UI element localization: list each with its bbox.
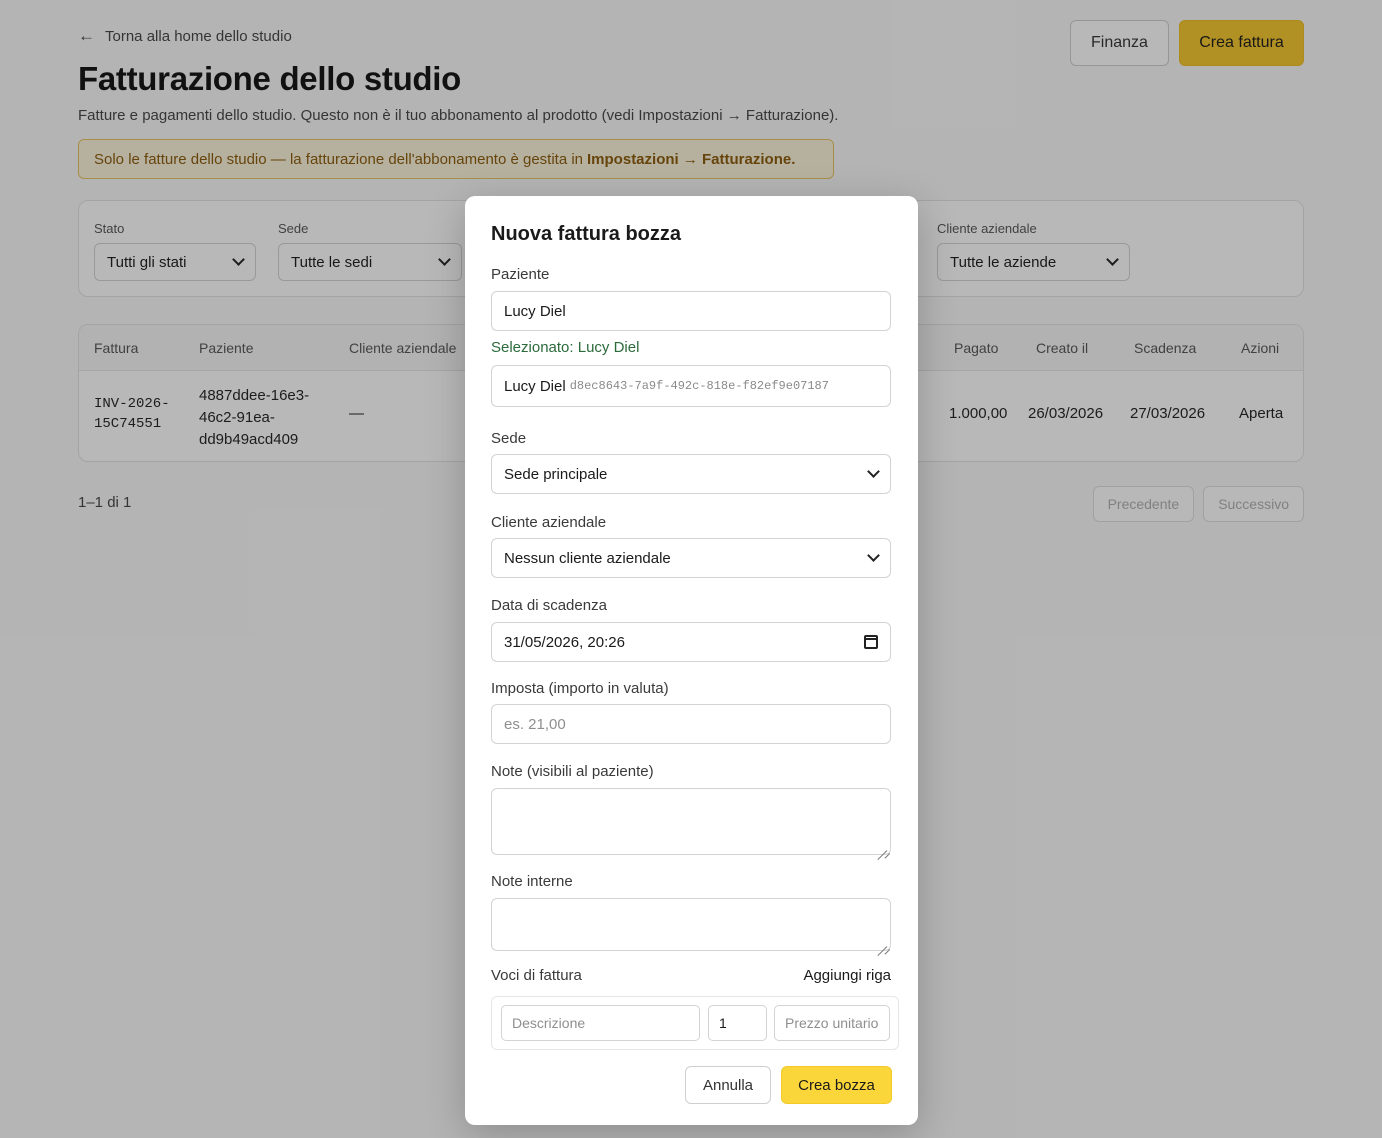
tax-label: Imposta (importo in valuta) bbox=[491, 680, 669, 697]
line-price-placeholder: Prezzo unitario bbox=[785, 1015, 879, 1031]
resize-handle-icon[interactable] bbox=[877, 841, 887, 851]
modal-title: Nuova fattura bozza bbox=[491, 223, 682, 245]
internal-notes-label: Note interne bbox=[491, 873, 573, 890]
location-select[interactable]: Sede principale bbox=[491, 454, 891, 494]
calendar-icon[interactable] bbox=[864, 635, 878, 649]
company-label: Cliente aziendale bbox=[491, 514, 607, 531]
patient-option-id: d8ec8643-7a9f-492c-818e-f82ef9e07187 bbox=[569, 379, 829, 393]
location-select-value: Sede principale bbox=[504, 465, 608, 483]
selected-patient-text: Selezionato: Lucy Diel bbox=[491, 339, 640, 356]
tax-input[interactable]: es. 21,00 bbox=[491, 704, 891, 744]
internal-notes-textarea[interactable] bbox=[491, 898, 891, 951]
invoice-line-item: Descrizione 1 Prezzo unitario bbox=[491, 996, 899, 1050]
patient-option-name: Lucy Diel bbox=[504, 377, 566, 395]
line-quantity-input[interactable]: 1 bbox=[708, 1005, 767, 1041]
patient-notes-textarea[interactable] bbox=[491, 788, 891, 855]
tax-placeholder: es. 21,00 bbox=[504, 715, 566, 733]
patient-search-input[interactable]: Lucy Diel bbox=[491, 291, 891, 331]
due-date-label: Data di scadenza bbox=[491, 597, 607, 614]
patient-input-value: Lucy Diel bbox=[504, 302, 566, 320]
company-select[interactable]: Nessun cliente aziendale bbox=[491, 538, 891, 578]
company-select-value: Nessun cliente aziendale bbox=[504, 549, 671, 567]
line-description-placeholder: Descrizione bbox=[512, 1015, 586, 1031]
cancel-button[interactable]: Annulla bbox=[685, 1066, 771, 1104]
add-line-button[interactable]: Aggiungi riga bbox=[765, 967, 891, 984]
location-label: Sede bbox=[491, 430, 527, 447]
line-description-input[interactable]: Descrizione bbox=[501, 1005, 700, 1041]
patient-option[interactable]: Lucy Diel d8ec8643-7a9f-492c-818e-f82ef9… bbox=[491, 365, 891, 407]
create-draft-button[interactable]: Crea bozza bbox=[781, 1066, 892, 1104]
chevron-down-icon bbox=[867, 465, 880, 478]
chevron-down-icon bbox=[867, 549, 880, 562]
line-quantity-value: 1 bbox=[719, 1015, 727, 1031]
line-price-input[interactable]: Prezzo unitario bbox=[774, 1005, 890, 1041]
modal-actions: Annulla Crea bozza bbox=[685, 1066, 892, 1104]
new-draft-invoice-modal: Nuova fattura bozza Paziente Lucy Diel S… bbox=[465, 196, 918, 1125]
due-date-value: 31/05/2026, 20:26 bbox=[504, 633, 625, 651]
patient-label: Paziente bbox=[491, 266, 550, 283]
resize-handle-icon[interactable] bbox=[877, 937, 887, 947]
due-date-input[interactable]: 31/05/2026, 20:26 bbox=[491, 622, 891, 662]
patient-notes-label: Note (visibili al paziente) bbox=[491, 763, 654, 780]
invoice-lines-label: Voci di fattura bbox=[491, 967, 582, 984]
